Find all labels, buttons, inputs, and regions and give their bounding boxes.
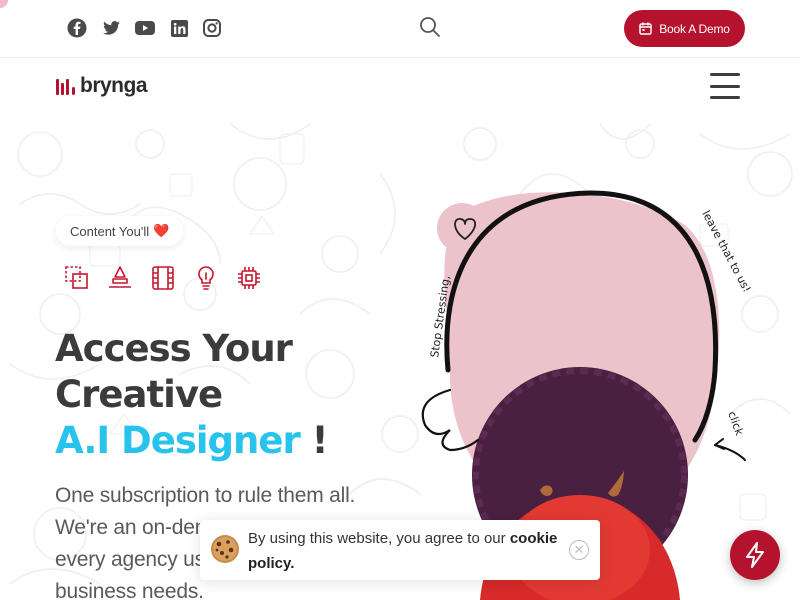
lead-line-4: business needs. bbox=[55, 580, 204, 600]
chip-icon bbox=[236, 265, 262, 291]
linkedin-icon[interactable] bbox=[170, 18, 188, 38]
headline-line-2: Creative bbox=[55, 373, 223, 416]
cookie-message: By using this website, you agree to our … bbox=[248, 526, 560, 576]
stamp-icon bbox=[107, 265, 133, 291]
headline-exclamation: ! bbox=[311, 419, 329, 462]
heart-icon: ❤️ bbox=[153, 223, 170, 238]
logo-text: brynga bbox=[80, 74, 148, 97]
calendar-icon bbox=[639, 22, 652, 35]
cookie-text: By using this website, you agree to our bbox=[248, 530, 506, 547]
film-icon bbox=[150, 265, 176, 291]
cookie-banner: By using this website, you agree to our … bbox=[200, 520, 600, 580]
hero-headline: Access Your Creative A.I Designer ! bbox=[55, 326, 385, 464]
corner-decoration bbox=[0, 0, 8, 8]
logo-mark-icon bbox=[56, 77, 75, 95]
twitter-icon[interactable] bbox=[102, 18, 120, 38]
instagram-icon[interactable] bbox=[203, 18, 221, 38]
lead-line-2: We're an on-dem bbox=[55, 516, 213, 539]
hamburger-menu-icon[interactable] bbox=[710, 73, 740, 99]
doodle-text-click: click bbox=[725, 410, 746, 438]
book-demo-button[interactable]: Book A Demo bbox=[624, 10, 745, 47]
pill-label: Content You'll bbox=[70, 223, 150, 239]
main-navbar: brynga bbox=[0, 58, 800, 114]
search-icon[interactable] bbox=[418, 15, 442, 39]
lightbulb-icon bbox=[193, 265, 219, 291]
headline-accent: A.I Designer bbox=[55, 419, 301, 462]
book-demo-label: Book A Demo bbox=[659, 21, 730, 36]
brand-logo[interactable]: brynga bbox=[56, 74, 148, 98]
top-bar: Book A Demo bbox=[0, 0, 800, 58]
cookie-icon bbox=[210, 534, 240, 564]
lightning-fab-button[interactable] bbox=[730, 530, 780, 580]
headline-line-1: Access Your bbox=[55, 327, 293, 370]
crop-icon bbox=[64, 265, 90, 291]
facebook-icon[interactable] bbox=[67, 18, 87, 38]
lead-line-3: every agency us bbox=[55, 548, 205, 571]
youtube-icon[interactable] bbox=[135, 18, 155, 38]
content-pill-badge: Content You'll ❤️ bbox=[56, 216, 184, 246]
lightning-icon bbox=[746, 542, 764, 568]
close-icon[interactable]: ✕ bbox=[569, 540, 589, 560]
lead-line-1: One subscription to rule them all. bbox=[55, 484, 356, 507]
